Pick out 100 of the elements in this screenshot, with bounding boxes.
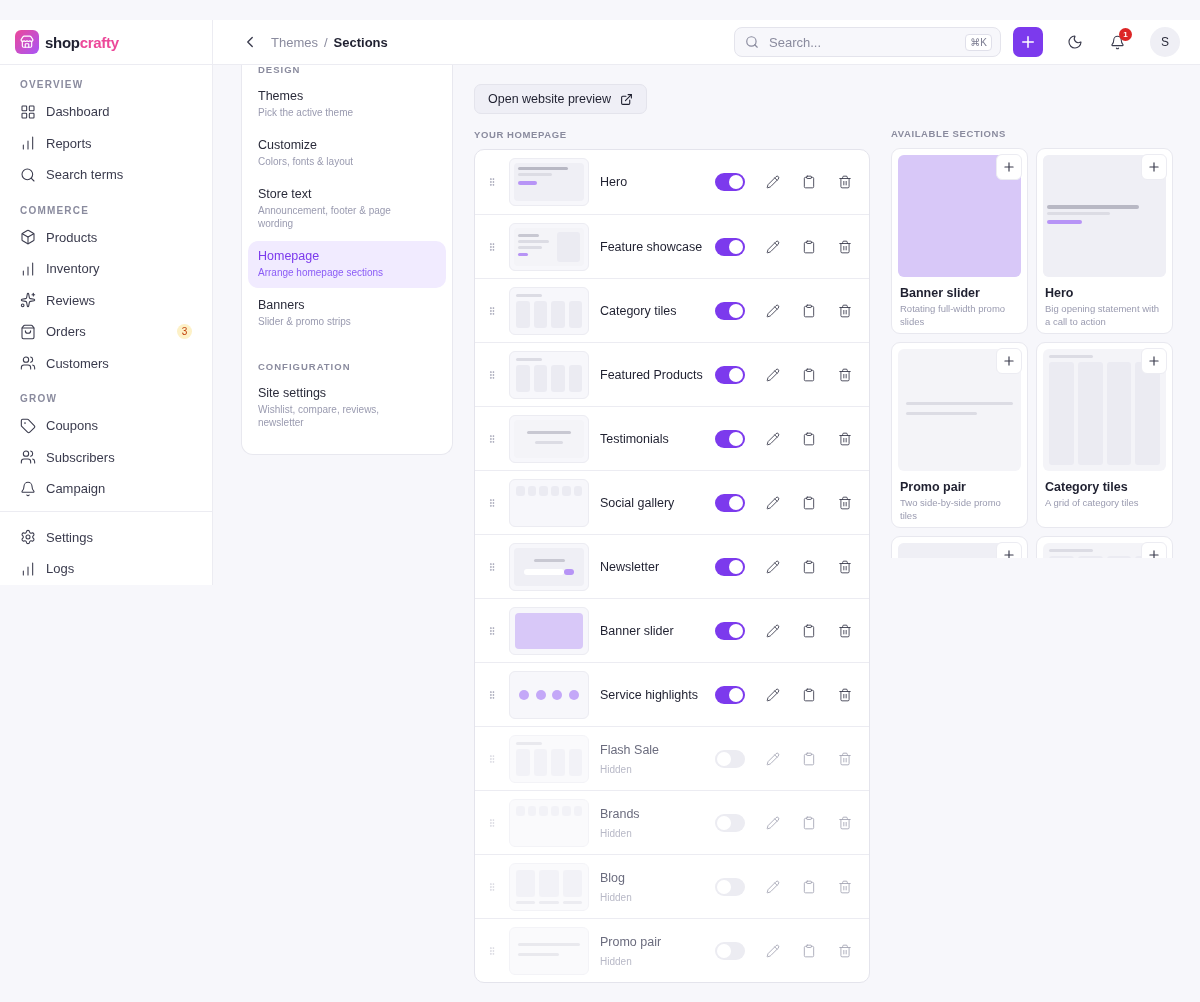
drag-handle-icon[interactable] — [487, 304, 497, 317]
trash-icon — [838, 879, 852, 894]
breadcrumb-link[interactable]: Sections — [333, 34, 388, 50]
search-icon — [20, 166, 36, 183]
visibility-toggle[interactable] — [715, 301, 745, 320]
sidebar-item[interactable]: Orders 3 — [0, 316, 212, 348]
pencil-icon — [766, 879, 780, 894]
drag-handle-icon[interactable] — [487, 944, 497, 957]
drag-handle-icon[interactable] — [487, 432, 497, 445]
trash-icon — [838, 623, 852, 638]
visibility-toggle[interactable] — [715, 173, 745, 191]
external-link-icon — [620, 92, 633, 106]
search-field[interactable]: Search... ⌘K — [734, 27, 1001, 57]
visibility-toggle[interactable] — [715, 365, 745, 384]
sidebar-item[interactable]: Reviews — [0, 284, 212, 316]
visibility-toggle[interactable] — [715, 557, 745, 576]
plus-icon — [1002, 354, 1016, 368]
clipboard-icon — [802, 879, 816, 894]
drag-handle-icon[interactable] — [487, 176, 497, 188]
pencil-icon — [766, 175, 780, 189]
section-card[interactable]: Banner slider Rotating full-width promo slides — [891, 148, 1028, 334]
section-card[interactable]: Category tiles A grid of category tiles — [1036, 342, 1173, 528]
visibility-toggle[interactable] — [715, 621, 745, 640]
section-description: Big opening statement with a call to action — [1045, 303, 1161, 328]
preview-button[interactable]: Open website preview — [474, 84, 647, 114]
drag-handle-icon[interactable] — [487, 880, 497, 893]
sidebar-section-label: OVERVIEW — [19, 78, 85, 92]
sidebar-section-label: GROW — [19, 392, 59, 406]
section-card[interactable]: Hero Big opening statement with a call to action — [1036, 148, 1173, 334]
section-name: Blog — [600, 870, 627, 885]
clipboard-icon — [802, 431, 816, 446]
search-input[interactable]: Search... — [767, 33, 958, 51]
section-name: Service highlights — [600, 687, 699, 702]
trash-icon — [838, 559, 852, 574]
section-card[interactable]: Promo pair Two side-by-side promo tiles — [891, 342, 1028, 528]
section-status: Hidden — [600, 891, 633, 903]
trash-icon — [838, 367, 852, 382]
drag-handle-icon[interactable] — [487, 368, 497, 381]
settings-nav-item[interactable]: Store text Announcement, footer & page wording — [248, 179, 446, 239]
trash-icon — [838, 495, 852, 510]
grid-icon — [20, 103, 36, 120]
notifications-button[interactable]: 1 — [1103, 27, 1132, 57]
add-section-button[interactable] — [996, 154, 1022, 180]
sidebar-item[interactable]: Settings — [0, 521, 212, 553]
trash-icon — [838, 943, 852, 958]
drag-handle-icon[interactable] — [487, 688, 497, 701]
sidebar-item[interactable]: Reports — [0, 127, 212, 159]
tag-icon — [20, 417, 36, 434]
drag-handle-icon[interactable] — [487, 624, 497, 637]
add-section-button[interactable] — [1141, 154, 1167, 180]
visibility-toggle[interactable] — [715, 237, 745, 256]
trash-icon — [838, 303, 852, 318]
sidebar-item[interactable]: Search terms — [0, 159, 212, 191]
sidebar-item[interactable]: Inventory — [0, 253, 212, 285]
cube-icon — [20, 229, 36, 246]
settings-nav-item[interactable]: Homepage Arrange homepage sections — [248, 241, 446, 288]
sidebar-item[interactable]: Products — [0, 221, 212, 253]
clipboard-icon — [802, 623, 816, 638]
visibility-toggle[interactable] — [715, 429, 745, 448]
section-name: Testimonials — [600, 431, 670, 446]
add-section-button[interactable] — [1141, 348, 1167, 374]
people-icon — [20, 449, 36, 466]
bar-chart-icon — [20, 135, 36, 152]
visibility-toggle[interactable] — [715, 493, 745, 512]
sidebar-item[interactable]: Campaign — [0, 473, 212, 505]
user-avatar[interactable]: S — [1150, 27, 1180, 57]
settings-nav-item[interactable]: Themes Pick the active theme — [248, 81, 446, 128]
section-name: Promo pair — [600, 934, 663, 949]
settings-nav-item[interactable]: Site settings Wishlist, compare, reviews, newsletter — [248, 378, 446, 438]
section-status: Hidden — [600, 763, 633, 775]
trash-icon — [838, 751, 852, 766]
nav-group-label: CONFIGURATION — [257, 360, 352, 374]
plus-icon — [1147, 354, 1161, 368]
clipboard-icon — [802, 175, 816, 189]
pencil-icon — [766, 751, 780, 766]
sidebar-item[interactable]: Dashboard — [0, 96, 212, 128]
sidebar-item[interactable]: Subscribers — [0, 441, 212, 473]
count-badge: 3 — [177, 324, 192, 340]
settings-nav-item[interactable]: Banners Slider & promo strips — [248, 290, 446, 337]
drag-handle-icon[interactable] — [487, 816, 497, 829]
visibility-toggle[interactable] — [715, 685, 745, 704]
drag-handle-icon[interactable] — [487, 496, 497, 509]
add-button[interactable] — [1013, 27, 1043, 57]
section-name: Brands — [600, 806, 641, 821]
sparkles-icon — [20, 292, 36, 309]
drag-handle-icon[interactable] — [487, 752, 497, 765]
pencil-icon — [766, 623, 780, 638]
drag-handle-icon[interactable] — [487, 240, 497, 253]
trash-icon — [838, 239, 852, 254]
sidebar-item[interactable]: Coupons — [0, 410, 212, 442]
settings-nav-item[interactable]: Customize Colors, fonts & layout — [248, 130, 446, 177]
drag-handle-icon[interactable] — [487, 560, 497, 573]
sidebar-item[interactable]: Customers — [0, 347, 212, 379]
section-description: A grid of category tiles — [1045, 497, 1140, 510]
section-description: Two side-by-side promo tiles — [900, 497, 1002, 522]
plus-icon — [1019, 33, 1037, 51]
settings-icon — [20, 529, 36, 546]
dark-mode-button[interactable] — [1067, 34, 1083, 50]
sidebar-item[interactable]: Logs — [0, 553, 212, 585]
add-section-button[interactable] — [996, 348, 1022, 374]
